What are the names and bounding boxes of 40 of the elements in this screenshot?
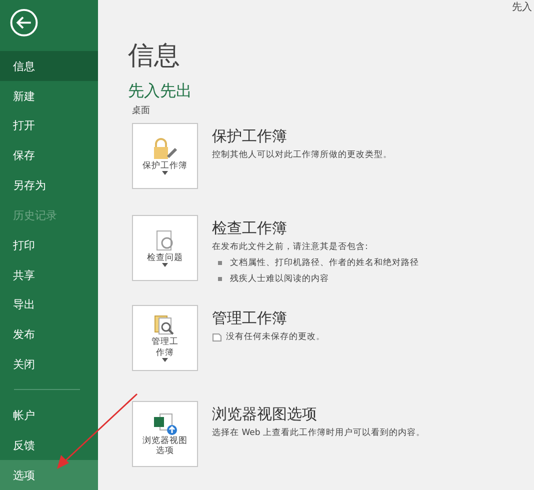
caret-icon	[162, 263, 168, 268]
section-description: 选择在 Web 上查看此工作簿时用户可以看到的内容。	[212, 426, 425, 439]
lock-icon	[151, 136, 179, 161]
back-icon[interactable]	[9, 8, 39, 38]
caret-icon	[162, 358, 168, 362]
section-button[interactable]: 管理工 作簿	[132, 304, 198, 371]
section-description: 没有任何未保存的更改。	[226, 330, 325, 343]
sidebar-item[interactable]: 选项	[0, 460, 98, 490]
sidebar-item[interactable]: 打印	[0, 230, 98, 260]
section-button[interactable]: 保护工作簿	[132, 123, 198, 189]
document-icon	[212, 332, 222, 342]
sidebar-item[interactable]: 发布	[0, 320, 98, 350]
sidebar-item[interactable]: 反馈	[0, 430, 98, 460]
sidebar-item[interactable]: 共享	[0, 260, 98, 290]
section-heading: 保护工作簿	[212, 127, 288, 146]
bullet-text: 文档属性、打印机路径、作者的姓名和绝对路径	[230, 257, 419, 270]
section-heading: 浏览器视图选项	[212, 404, 318, 424]
sidebar-item[interactable]: 信息	[0, 51, 98, 82]
file-name: 先入先出	[128, 81, 193, 102]
bullet-icon	[218, 277, 222, 282]
sidebar-item[interactable]: 保存	[0, 140, 98, 171]
bullet-text: 残疾人士难以阅读的内容	[230, 273, 329, 286]
section-button[interactable]: 浏览器视图 选项	[132, 400, 198, 467]
file-title: 先入	[512, 0, 532, 14]
page-title: 信息	[128, 40, 181, 73]
sidebar-item[interactable]: 导出	[0, 290, 98, 320]
sidebar-item[interactable]: 帐户	[0, 400, 98, 430]
sidebar-item[interactable]: 打开	[0, 111, 98, 141]
sidebar-item[interactable]: 新建	[0, 81, 98, 111]
sidebar-item[interactable]: 另存为	[0, 170, 98, 200]
section-heading: 检查工作簿	[212, 219, 288, 238]
file-location: 桌面	[132, 104, 151, 117]
sidebar-item[interactable]: 关闭	[0, 350, 98, 380]
section-button[interactable]: 检查问题	[132, 215, 198, 282]
section-heading: 管理工作簿	[212, 308, 288, 328]
section-description: 在发布此文件之前，请注意其是否包含:	[212, 241, 368, 254]
bullet-icon	[218, 261, 222, 266]
caret-icon	[162, 171, 168, 176]
section-description: 控制其他人可以对此工作簿所做的更改类型。	[212, 149, 392, 161]
spreadsheet-upload-icon	[151, 412, 179, 436]
